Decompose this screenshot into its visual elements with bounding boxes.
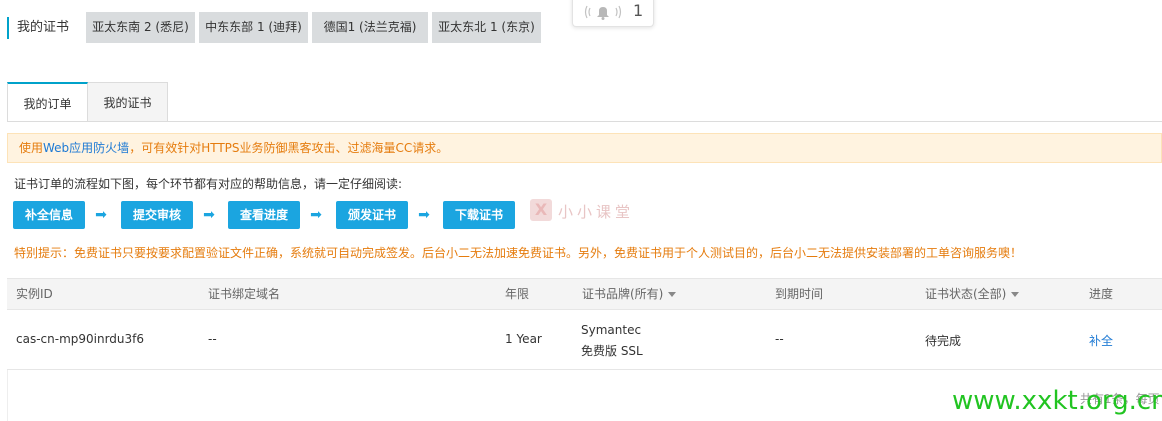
tab-my-orders[interactable]: 我的订单 bbox=[7, 82, 88, 122]
notification-count: 1 bbox=[633, 1, 644, 20]
step-issue-cert-button[interactable]: 颁发证书 bbox=[336, 201, 408, 229]
step-download-cert-button[interactable]: 下载证书 bbox=[443, 201, 515, 229]
caret-down-icon bbox=[1011, 292, 1020, 297]
bell-icon bbox=[583, 3, 623, 21]
region-tab-dubai[interactable]: 中东东部 1 (迪拜) bbox=[199, 12, 308, 43]
waf-link[interactable]: Web应用防火墙 bbox=[43, 141, 129, 155]
watermark-text: 小小课堂 bbox=[558, 203, 635, 221]
step-check-progress-button[interactable]: 查看进度 bbox=[228, 201, 300, 229]
flow-intro-text: 证书订单的流程如下图，每个环节都有对应的帮助信息，请一定仔细阅读: bbox=[14, 177, 403, 191]
page-title: 我的证书 bbox=[17, 20, 70, 35]
step-complete-info-button[interactable]: 补全信息 bbox=[13, 201, 85, 229]
cell-status: 待完成 bbox=[925, 334, 962, 348]
site-watermark: www.xxkt.org.cn bbox=[952, 386, 1162, 416]
arrow-right-icon: ➡ bbox=[418, 207, 430, 223]
arrow-right-icon: ➡ bbox=[310, 207, 322, 223]
col-expiry: 到期时间 bbox=[775, 287, 824, 301]
col-status-filter[interactable]: 证书状态(全部) bbox=[925, 279, 1020, 309]
cell-years: 1 Year bbox=[505, 332, 542, 346]
notice-suffix: ，可有效针对HTTPS业务防御黑客攻击、过滤海量CC请求。 bbox=[129, 141, 449, 155]
step-submit-review-button[interactable]: 提交审核 bbox=[121, 201, 193, 229]
waf-notice-banner: 使用Web应用防火墙，可有效针对HTTPS业务防御黑客攻击、过滤海量CC请求。 bbox=[7, 133, 1162, 163]
caret-down-icon bbox=[668, 292, 677, 297]
col-status-label: 证书状态(全部) bbox=[925, 287, 1007, 301]
arrow-right-icon: ➡ bbox=[95, 207, 107, 223]
complete-info-link[interactable]: 补全 bbox=[1089, 332, 1113, 349]
special-warning-text: 特别提示：免费证书只要按要求配置验证文件正确，系统就可自动完成签发。后台小二无法… bbox=[14, 246, 1023, 260]
header-accent-bar bbox=[7, 17, 9, 39]
watermark-logo: X bbox=[530, 199, 552, 221]
cell-expiry: -- bbox=[775, 332, 784, 346]
col-instance-id: 实例ID bbox=[16, 287, 53, 301]
arrow-right-icon: ➡ bbox=[203, 207, 215, 223]
cell-domain: -- bbox=[208, 332, 217, 346]
region-tab-sydney[interactable]: 亚太东南 2 (悉尼) bbox=[86, 12, 195, 43]
cell-brand-name: Symantec bbox=[581, 323, 642, 337]
region-tab-frankfurt[interactable]: 德国1 (法兰克福) bbox=[312, 12, 428, 43]
notice-prefix: 使用 bbox=[19, 141, 44, 155]
tabs-divider bbox=[7, 121, 1162, 122]
cell-instance-id: cas-cn-mp90inrdu3f6 bbox=[16, 332, 145, 346]
table-row: cas-cn-mp90inrdu3f6 -- 1 Year Symantec 免… bbox=[7, 310, 1162, 370]
col-bound-domain: 证书绑定域名 bbox=[208, 287, 281, 301]
tab-my-certificates[interactable]: 我的证书 bbox=[88, 82, 168, 122]
table-header: 实例ID 证书绑定域名 年限 证书品牌(所有) 到期时间 证书状态(全部) 进度 bbox=[7, 278, 1162, 310]
cell-brand-edition: 免费版 SSL bbox=[581, 344, 643, 358]
col-brand-filter[interactable]: 证书品牌(所有) bbox=[582, 279, 677, 309]
notification-widget[interactable]: 1 bbox=[572, 0, 654, 27]
col-brand-label: 证书品牌(所有) bbox=[582, 287, 664, 301]
col-years: 年限 bbox=[505, 287, 530, 301]
region-tab-tokyo[interactable]: 亚太东北 1 (东京) bbox=[432, 12, 541, 43]
col-progress: 进度 bbox=[1089, 287, 1114, 301]
